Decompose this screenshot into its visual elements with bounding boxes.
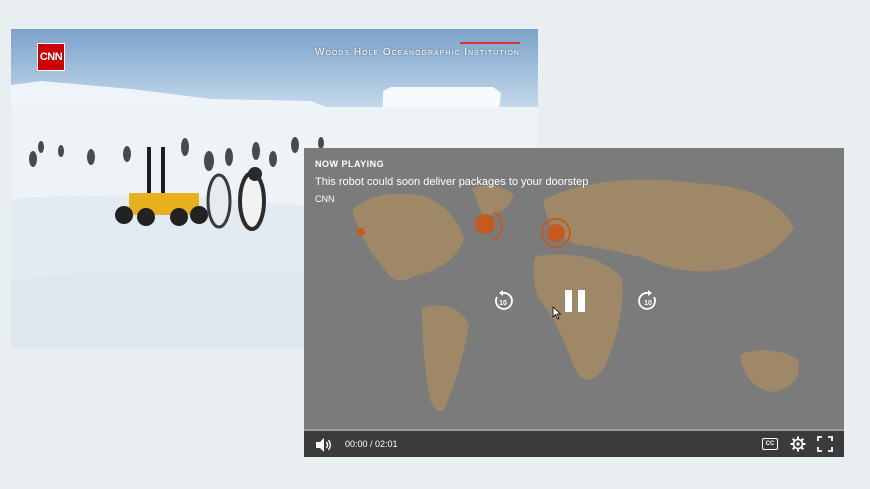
pause-button[interactable] <box>562 288 588 314</box>
floating-video-player[interactable]: NOW PLAYING This robot could soon delive… <box>304 148 844 457</box>
svg-text:10: 10 <box>644 300 652 307</box>
rewind-10-icon: 10 <box>495 290 513 310</box>
pause-icon <box>565 290 585 312</box>
time-display: 00:00 / 02:01 <box>345 439 398 449</box>
mouse-cursor-icon <box>552 306 562 320</box>
forward-10-icon: 10 <box>638 290 656 310</box>
volume-icon[interactable] <box>315 437 333 453</box>
now-playing-label: NOW PLAYING <box>315 159 385 169</box>
video-credit: Woods Hole Oceanographic Institution <box>315 47 520 58</box>
center-controls: 10 10 <box>304 286 844 318</box>
video-title[interactable]: This robot could soon deliver packages t… <box>315 176 588 188</box>
fullscreen-icon[interactable] <box>817 436 833 452</box>
rewind-10-button[interactable]: 10 <box>492 290 514 312</box>
now-playing-info: NOW PLAYING This robot could soon delive… <box>315 159 588 204</box>
video-source: CNN <box>315 194 335 204</box>
closed-captions-icon[interactable]: CC <box>762 438 778 450</box>
player-control-bar: 00:00 / 02:01 CC <box>304 429 844 457</box>
forward-10-button[interactable]: 10 <box>637 290 659 312</box>
credit-accent-bar <box>460 42 520 44</box>
cnn-logo: CNN <box>37 43 65 71</box>
gear-icon[interactable] <box>790 436 806 452</box>
svg-text:10: 10 <box>499 300 507 307</box>
